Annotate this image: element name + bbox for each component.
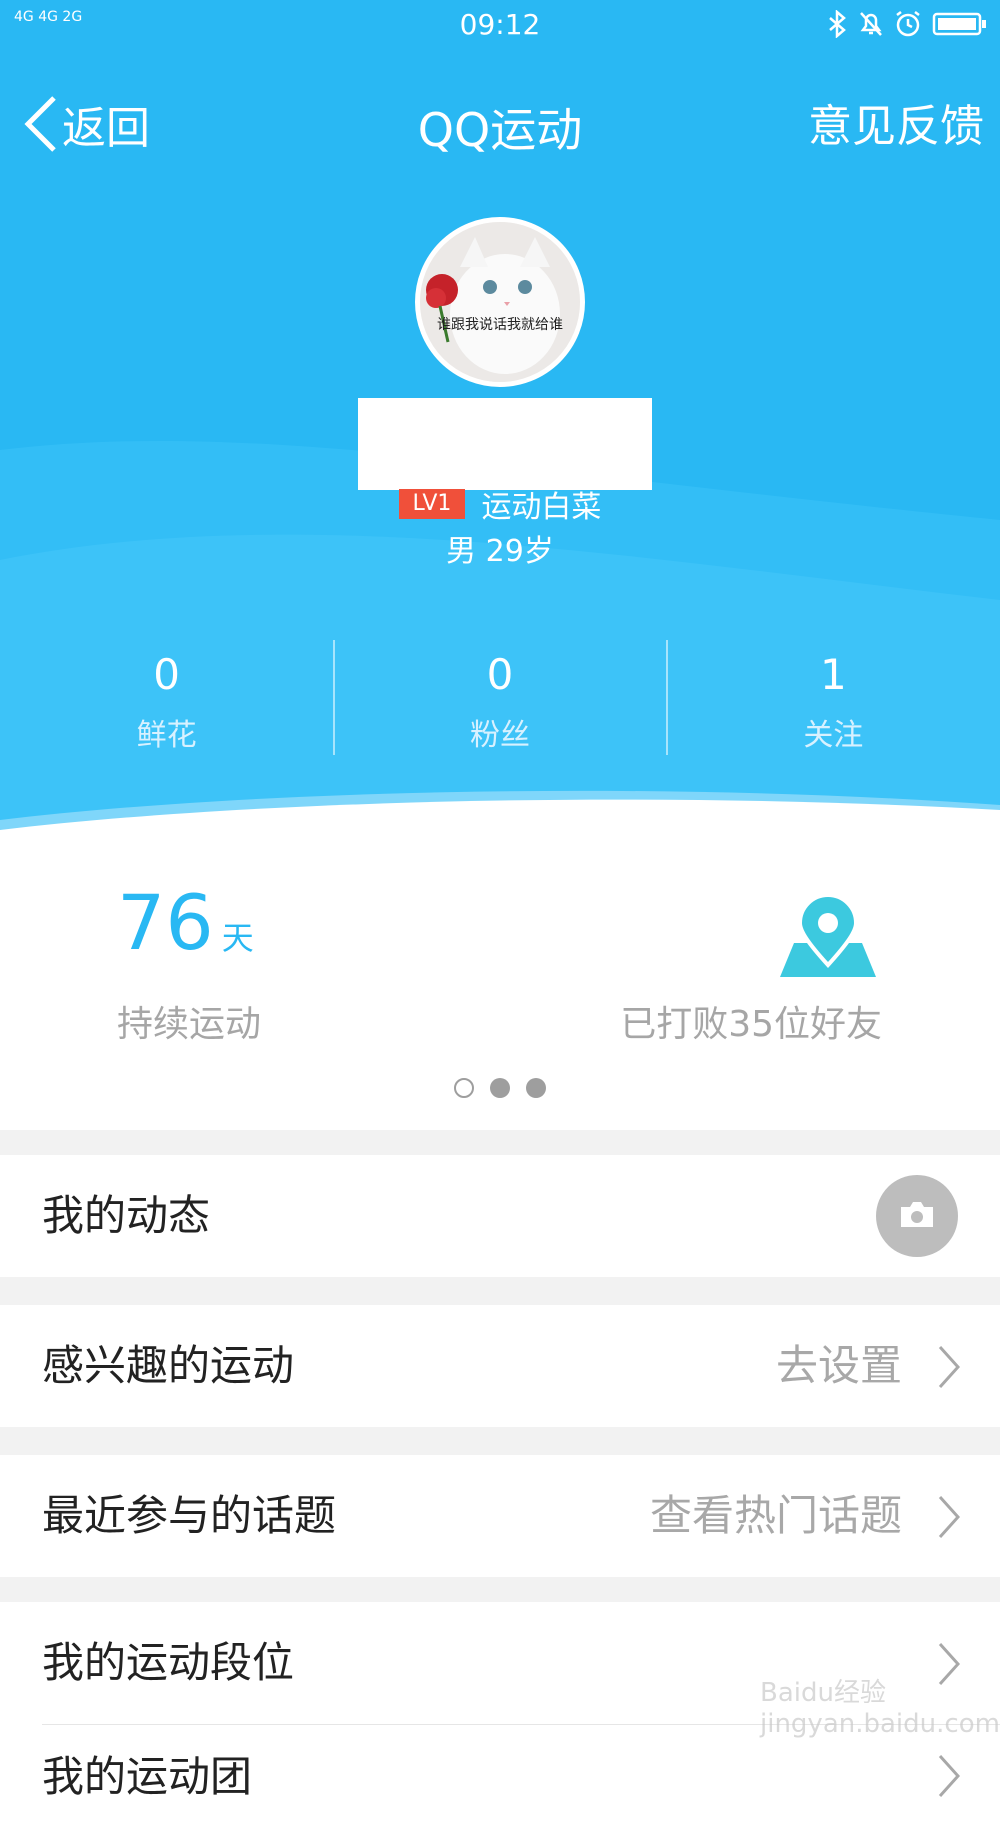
interests-hint: 去设置 bbox=[775, 1341, 902, 1390]
stat-label: 粉丝 bbox=[469, 718, 530, 753]
avatar[interactable]: 谁跟我说话我就给谁 bbox=[415, 217, 585, 387]
stat-divider bbox=[333, 640, 335, 755]
stat-value: 0 bbox=[153, 650, 181, 699]
interests-row[interactable]: 感兴趣的运动 去设置 bbox=[0, 1305, 1000, 1427]
level-title: 运动白菜 bbox=[481, 490, 602, 525]
level-row: LV1 运动白菜 bbox=[0, 482, 1000, 526]
camera-button[interactable] bbox=[876, 1175, 958, 1257]
topics-label: 最近参与的话题 bbox=[42, 1491, 337, 1540]
chevron-right-icon bbox=[938, 1754, 960, 1798]
battery-icon bbox=[932, 12, 986, 36]
interests-label: 感兴趣的运动 bbox=[42, 1341, 295, 1390]
level-badge: LV1 bbox=[398, 489, 466, 519]
profile-header: 4G 4G 2G 09:12 返回 QQ运动 意见反馈 谁跟我说话我就给谁 LV… bbox=[0, 0, 1000, 830]
avatar-image bbox=[420, 222, 580, 382]
stat-fans[interactable]: 0 粉丝 bbox=[333, 640, 666, 755]
stats-row: 0 鲜花 0 粉丝 1 关注 bbox=[0, 640, 1000, 755]
days-value: 76 bbox=[117, 878, 214, 967]
days-counter: 76 天 bbox=[117, 878, 254, 967]
summary-card[interactable]: 76 天 持续运动 已打败35位好友 bbox=[0, 830, 1000, 1130]
my-feed-row[interactable]: 我的动态 bbox=[0, 1155, 1000, 1277]
carousel-dot[interactable] bbox=[490, 1078, 510, 1098]
chevron-right-icon bbox=[938, 1495, 960, 1539]
days-unit: 天 bbox=[221, 919, 254, 957]
topics-hint: 查看热门话题 bbox=[649, 1491, 902, 1540]
bluetooth-icon bbox=[829, 10, 846, 38]
chevron-right-icon bbox=[938, 1345, 960, 1389]
stat-flowers[interactable]: 0 鲜花 bbox=[0, 640, 333, 755]
alarm-icon bbox=[896, 11, 920, 37]
feedback-button[interactable]: 意见反馈 bbox=[808, 90, 984, 154]
nickname-redacted bbox=[358, 398, 652, 490]
stat-divider bbox=[666, 640, 668, 755]
mute-bell-icon bbox=[860, 12, 882, 36]
gender-age: 男 29岁 bbox=[446, 534, 554, 569]
top-nav: 返回 QQ运动 意见反馈 bbox=[0, 80, 1000, 160]
camera-icon bbox=[901, 1202, 933, 1227]
stat-value: 0 bbox=[486, 650, 514, 699]
watermark: Baidu经验 jingyan.baidu.com bbox=[760, 1678, 1000, 1739]
stat-label: 关注 bbox=[803, 718, 864, 753]
days-label: 持续运动 bbox=[117, 1004, 262, 1045]
carousel-dot[interactable] bbox=[526, 1078, 546, 1098]
rank-label: 我的运动段位 bbox=[42, 1638, 295, 1687]
group-label: 我的运动团 bbox=[42, 1752, 253, 1801]
avatar-caption: 谁跟我说话我就给谁 bbox=[437, 317, 563, 333]
beat-friends-label: 已打败35位好友 bbox=[620, 1004, 882, 1045]
carousel-dot-active[interactable] bbox=[454, 1078, 474, 1098]
my-feed-label: 我的动态 bbox=[42, 1191, 211, 1240]
topics-row[interactable]: 最近参与的话题 查看热门话题 bbox=[0, 1455, 1000, 1577]
stat-value: 1 bbox=[819, 650, 847, 699]
group-row[interactable]: 我的运动团 bbox=[0, 1724, 1000, 1846]
status-icons bbox=[826, 10, 988, 38]
status-bar: 4G 4G 2G 09:12 bbox=[0, 0, 1000, 56]
stat-following[interactable]: 1 关注 bbox=[667, 640, 1000, 755]
location-pin-icon bbox=[780, 895, 876, 977]
carousel-dots[interactable] bbox=[0, 1078, 1000, 1098]
stat-label: 鲜花 bbox=[136, 718, 197, 753]
